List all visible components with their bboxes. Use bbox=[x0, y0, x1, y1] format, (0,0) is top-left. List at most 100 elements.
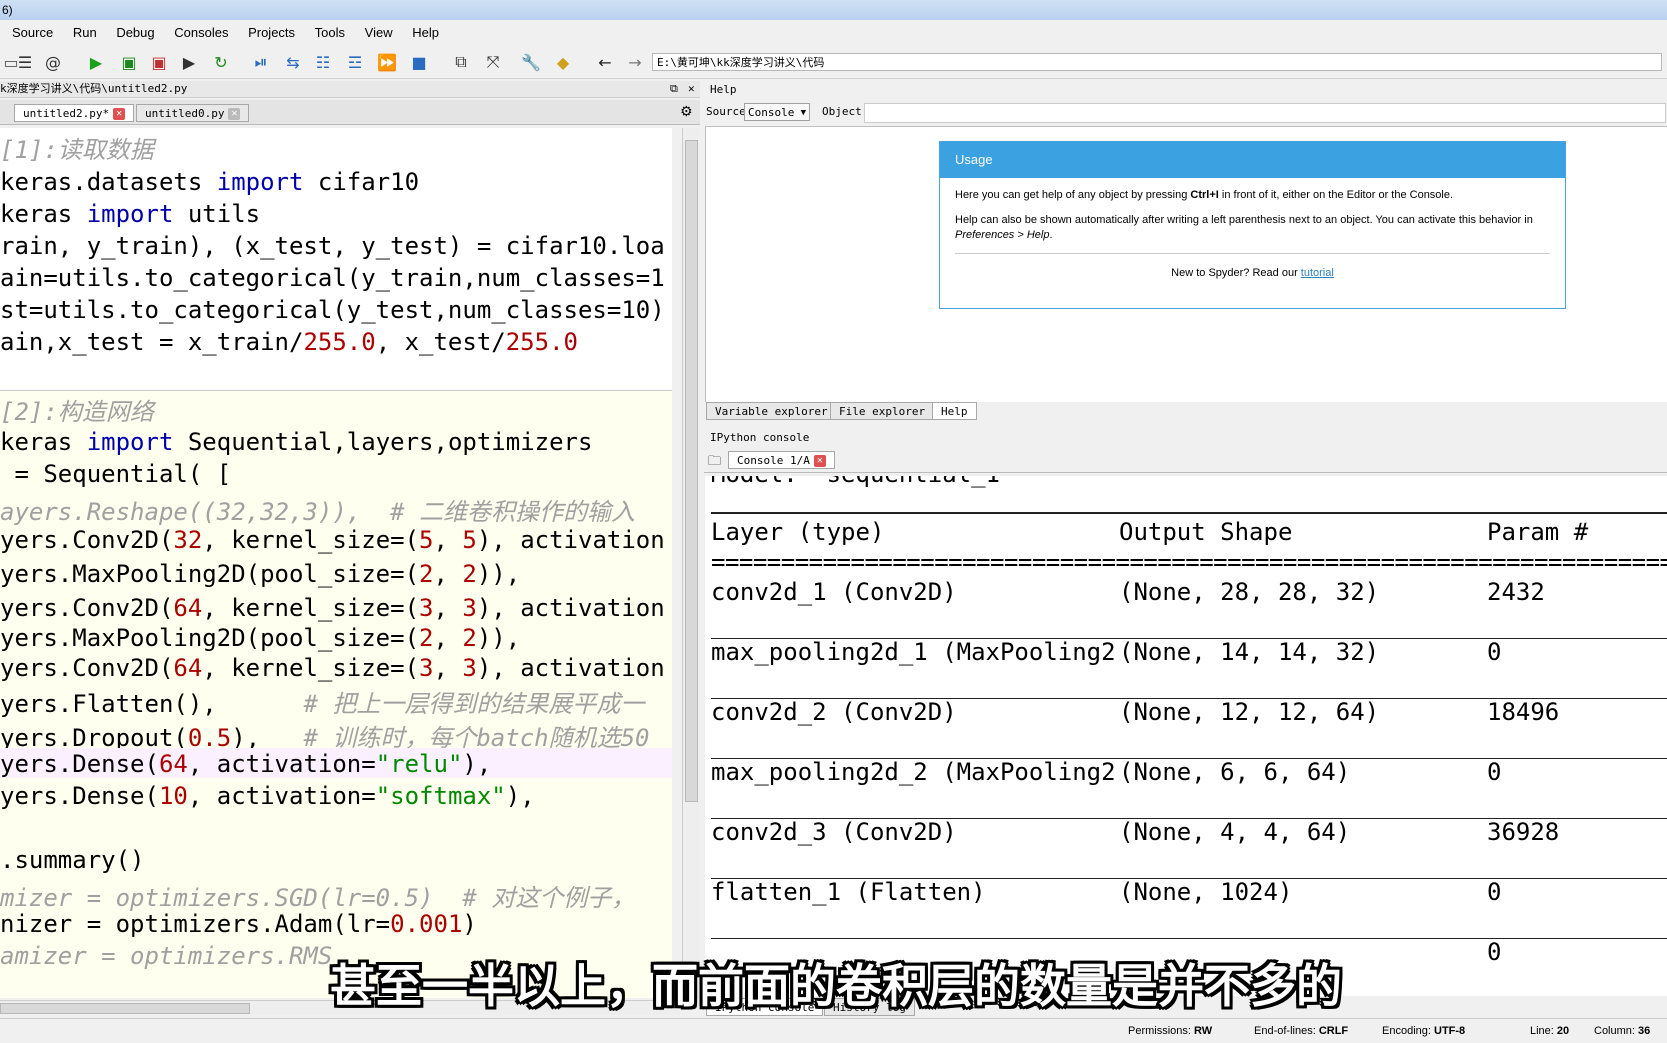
tab-help[interactable]: Help bbox=[932, 402, 977, 420]
tab-console-1[interactable]: Console 1/A ✕ bbox=[728, 451, 835, 469]
status-permissions: Permissions: RW bbox=[1128, 1025, 1213, 1037]
tab-untitled2[interactable]: untitled2.py* ✕ bbox=[14, 104, 135, 122]
usage-paragraph-1: Here you can get help of any object by p… bbox=[955, 189, 1454, 201]
menu-consoles[interactable]: Consoles bbox=[174, 25, 228, 40]
menu-debug[interactable]: Debug bbox=[116, 25, 154, 40]
menu-tools[interactable]: Tools bbox=[315, 25, 345, 40]
menu-bar: Source Run Debug Consoles Projects Tools… bbox=[0, 22, 1667, 44]
help-content: Usage Here you can get help of any objec… bbox=[705, 126, 1667, 404]
row-divider bbox=[711, 938, 1667, 939]
rerun-icon[interactable]: ↻ bbox=[210, 51, 232, 73]
status-eol: End-of-lines: CRLF bbox=[1254, 1025, 1349, 1037]
help-bottom-tabs: Variable explorer File explorer Help bbox=[704, 402, 1667, 422]
code-line: yers.Dense(10, activation="softmax"), bbox=[0, 782, 535, 810]
working-directory-input[interactable]: E:\黄可坤\kk深度学习讲义\代码 bbox=[652, 53, 1662, 71]
menu-help[interactable]: Help bbox=[412, 25, 439, 40]
console-model-line: Model: "sequential_1" bbox=[711, 476, 1014, 488]
editor-path-bar: k深度学习讲义\代码\untitled2.py ⧉ ✕ bbox=[0, 81, 700, 98]
code-line: keras.datasets import cifar10 bbox=[0, 168, 420, 196]
help-object-input[interactable] bbox=[864, 103, 1666, 123]
help-source-bar: Source Console ▼ Object bbox=[704, 100, 1667, 124]
at-symbol-icon[interactable]: @ bbox=[42, 51, 64, 73]
chevron-down-icon: ▼ bbox=[800, 108, 806, 118]
help-source-value: Console bbox=[748, 106, 795, 119]
code-line: yers.Dense(64, activation="relu"), bbox=[0, 750, 492, 778]
table-rule bbox=[711, 512, 1667, 514]
preferences-wrench-icon[interactable]: 🔧 bbox=[520, 51, 542, 73]
console-pane-title: IPython console bbox=[710, 431, 810, 444]
code-line: ain,x_test = x_train/255.0, x_test/255.0 bbox=[0, 328, 578, 356]
run-cell-advance-icon[interactable]: ▣ bbox=[148, 51, 170, 73]
menu-view[interactable]: View bbox=[365, 25, 393, 40]
tab-label: untitled0.py bbox=[145, 107, 225, 120]
help-pane-title: Help bbox=[710, 83, 737, 96]
continue-icon[interactable]: ⏩ bbox=[376, 51, 398, 73]
table-separator: ========================================… bbox=[711, 548, 1667, 576]
code-line: yers.MaxPooling2D(pool_size=(2, 2)), bbox=[0, 560, 521, 588]
usage-box: Usage Here you can get help of any objec… bbox=[939, 141, 1566, 309]
status-column: Column: 36 bbox=[1594, 1025, 1651, 1037]
back-arrow-icon[interactable]: ← bbox=[594, 51, 616, 73]
code-line: [2]:构造网络 bbox=[0, 398, 154, 426]
code-line: [1]:读取数据 bbox=[0, 136, 154, 164]
code-line: st=utils.to_categorical(y_test,num_class… bbox=[0, 296, 665, 324]
usage-title: Usage bbox=[940, 142, 1565, 178]
close-pane-icon[interactable]: ✕ bbox=[688, 81, 695, 97]
window-title: 6) bbox=[2, 3, 13, 17]
status-line: Line: 20 bbox=[1530, 1025, 1570, 1037]
menu-source[interactable]: Source bbox=[12, 25, 53, 40]
code-line: = Sequential( [ bbox=[0, 460, 232, 488]
close-tab-icon[interactable]: ✕ bbox=[113, 108, 126, 120]
main-toolbar: ▭ ☰ @ ▶ ▣ ▣ ▶ ↻ ⏯ ⇆ ☷ ☲ ⏩ ■ ⧉ ⤧ 🔧 ◆ ← → … bbox=[0, 46, 1667, 79]
folder-icon[interactable]: 🗀 bbox=[708, 452, 721, 474]
forward-arrow-icon[interactable]: → bbox=[624, 51, 646, 73]
python-path-icon[interactable]: ◆ bbox=[552, 51, 574, 73]
editor-vertical-scrollbar[interactable] bbox=[682, 128, 699, 998]
editor-tab-bar: untitled2.py* ✕ untitled0.py ✕ ⚙ bbox=[0, 100, 700, 125]
window-title-bar: 6) bbox=[0, 0, 1667, 20]
help-source-label: Source bbox=[706, 105, 746, 118]
usage-paragraph-3: New to Spyder? Read our tutorial bbox=[955, 253, 1550, 281]
cell-separator bbox=[0, 390, 672, 391]
code-line: yers.Conv2D(32, kernel_size=(5, 5), acti… bbox=[0, 526, 665, 554]
stop-debug-icon[interactable]: ■ bbox=[408, 51, 430, 73]
editor-file-path: k深度学习讲义\代码\untitled2.py bbox=[0, 82, 188, 95]
step-icon[interactable]: ⇆ bbox=[282, 51, 304, 73]
fullscreen-icon[interactable]: ⤧ bbox=[482, 51, 504, 73]
console-tab-bar: 🗀 Console 1/A ✕ bbox=[704, 448, 1667, 473]
run-selection-icon[interactable]: ▶ bbox=[178, 51, 200, 73]
code-line: rain, y_train), (x_test, y_test) = cifar… bbox=[0, 232, 665, 260]
menu-run[interactable]: Run bbox=[73, 25, 97, 40]
scrollbar-thumb[interactable] bbox=[685, 140, 698, 802]
code-editor[interactable]: [1]:读取数据 keras.datasets import cifar10 k… bbox=[0, 128, 672, 998]
code-line: .summary() bbox=[0, 846, 145, 874]
gear-icon[interactable]: ⚙ bbox=[680, 104, 693, 120]
undock-icon[interactable]: ⧉ bbox=[670, 81, 678, 97]
tab-file-explorer[interactable]: File explorer bbox=[830, 402, 935, 420]
run-cell-icon[interactable]: ▣ bbox=[118, 51, 140, 73]
close-tab-icon[interactable]: ✕ bbox=[228, 108, 241, 120]
maximize-pane-icon[interactable]: ⧉ bbox=[450, 51, 472, 73]
run-icon[interactable]: ▶ bbox=[85, 51, 107, 73]
code-line: nizer = optimizers.Adam(lr=0.001) bbox=[0, 910, 477, 938]
list-icon[interactable]: ☰ bbox=[14, 51, 36, 73]
code-line: amizer = optimizers.RMS bbox=[0, 942, 333, 970]
step-into-icon[interactable]: ☷ bbox=[312, 51, 334, 73]
close-tab-icon[interactable]: ✕ bbox=[813, 455, 826, 467]
tutorial-link[interactable]: tutorial bbox=[1301, 267, 1334, 279]
code-line: ayers.Reshape((32,32,3)), # 二维卷积操作的输入 bbox=[0, 498, 636, 526]
console-output[interactable]: Model: "sequential_1" Layer (type)Output… bbox=[705, 476, 1667, 996]
scrollbar-thumb[interactable] bbox=[0, 1003, 250, 1014]
code-line: yers.Conv2D(64, kernel_size=(3, 3), acti… bbox=[0, 654, 665, 682]
code-line: yers.MaxPooling2D(pool_size=(2, 2)), bbox=[0, 624, 521, 652]
tab-untitled0[interactable]: untitled0.py ✕ bbox=[136, 104, 250, 122]
tab-variable-explorer[interactable]: Variable explorer bbox=[706, 402, 837, 420]
code-line: yers.Conv2D(64, kernel_size=(3, 3), acti… bbox=[0, 594, 665, 622]
help-source-select[interactable]: Console ▼ bbox=[744, 103, 810, 121]
code-line: keras import Sequential,layers,optimizer… bbox=[0, 428, 593, 456]
code-line: yers.Flatten(), # 把上一层得到的结果展平成一 bbox=[0, 690, 645, 718]
debug-icon[interactable]: ⏯ bbox=[250, 51, 272, 73]
step-return-icon[interactable]: ☲ bbox=[344, 51, 366, 73]
menu-projects[interactable]: Projects bbox=[248, 25, 295, 40]
status-bar: Permissions: RW End-of-lines: CRLF Encod… bbox=[0, 1018, 1667, 1043]
